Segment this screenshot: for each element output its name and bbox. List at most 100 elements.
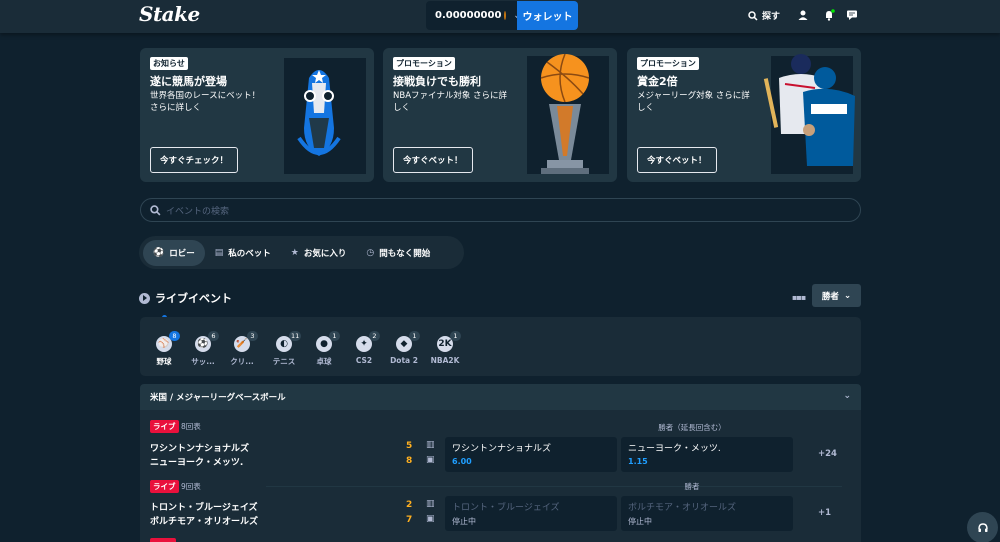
stake-logo[interactable]: Stake [139,2,200,26]
banner-check-button[interactable]: 今すぐチェック！ [150,147,239,173]
market-label: 勝者 [684,482,700,491]
grid-view-icon[interactable]: ▪▪▪ [792,293,806,302]
sport-soccer[interactable]: ⚽ 6 サッ... [184,331,222,367]
play-icon [139,292,150,304]
sport-cs2[interactable]: ✦ 2 CS2 [345,331,383,365]
bitcoin-icon [504,11,507,20]
sport-count: 1 [329,331,340,341]
banner-tag: プロモーション [393,57,455,70]
team-home[interactable]: トロント・ブルージェイズ [150,500,258,513]
banner-title: 遂に競馬が登場 [150,75,227,88]
live-stream-icon[interactable]: ▣ [426,514,435,524]
chat-icon[interactable] [846,9,858,21]
odds-button-home[interactable]: ワシントンナショナルズ 6.00 [445,437,617,472]
match-list: ライブ 8回表 勝者（延長回含む） ワシントンナショナルズ ニューヨーク・メッツ… [140,410,861,542]
more-markets-button[interactable]: +1 [818,508,831,518]
odds-value: 停止中 [628,517,652,526]
banner-tag: お知らせ [150,57,188,70]
tab-my-bets[interactable]: ▤ 私のベット [205,240,281,266]
tab-label: 間もなく開始 [379,248,431,259]
horse-art [284,58,366,174]
banner-title: 接戦負けでも勝利 [393,75,481,88]
live-badge: ライブ [150,420,179,433]
live-support-button[interactable] [967,512,998,542]
league-name: 米国 / メジャーリーグベースボール [150,393,286,403]
sport-label: Dota 2 [390,356,418,365]
sport-nba2k[interactable]: 2K 1 NBA2K [426,331,464,365]
odds-name: ワシントンナショナルズ [452,444,552,454]
sport-count: 1 [409,331,420,341]
sportsbook-tabs: ⚽ ロビー ▤ 私のベット ★ お気に入り ◷ 間もなく開始 [139,236,464,269]
stats-icon[interactable]: ▥ [426,440,435,450]
odds-button-home[interactable]: トロント・ブルージェイズ 停止中 [445,496,617,531]
banner-description: NBAファイナル対象 さらに詳しく [393,91,508,113]
team-away[interactable]: ニューヨーク・メッツ. [150,455,243,468]
sport-label: サッ... [191,357,215,366]
banner-bet-button[interactable]: 今すぐベット！ [637,147,717,173]
event-search-input[interactable]: イベントの検索 [140,198,861,222]
sport-table-tennis[interactable]: ● 1 卓球 [305,331,343,367]
odds-name: ボルチモア・オリオールズ [628,503,737,513]
wallet-button[interactable]: ウォレット [517,1,578,30]
market-filter-select[interactable]: 勝者 ⌄ [812,284,861,307]
sport-dota2[interactable]: ◆ 1 Dota 2 [385,331,423,365]
chevron-down-icon[interactable]: ⌄ [843,391,851,401]
chevron-down-icon: ⌄ [843,290,852,301]
team-home[interactable]: ワシントンナショナルズ [150,441,249,454]
tab-starting-soon[interactable]: ◷ 間もなく開始 [356,240,440,266]
sport-label: NBA2K [430,356,460,365]
star-icon: ★ [290,247,299,258]
search-button[interactable]: 探す [748,9,780,22]
bets-icon: ▤ [214,247,224,258]
odds-button-away[interactable]: ニューヨーク・メッツ. 1.15 [621,437,793,472]
odds-value: 停止中 [452,517,476,526]
odds-value: 1.15 [628,457,648,466]
clock-icon: ◷ [366,247,375,258]
sport-tennis[interactable]: ◐ 11 テニス [265,331,303,367]
search-icon [748,10,758,21]
score-home: 5 [406,441,413,451]
bell-icon[interactable] [823,9,835,21]
sport-count: 6 [208,331,219,341]
banner-description: 世界各国のレースにベット！さらに詳しく [150,91,261,113]
banner-title: 賞金2倍 [637,75,678,88]
tab-favourites[interactable]: ★ お気に入り [281,240,357,266]
banner-nba[interactable]: プロモーション 接戦負けでも勝利 NBAファイナル対象 さらに詳しく 今すぐベッ… [383,48,617,182]
sport-label: 卓球 [316,357,332,366]
team-away[interactable]: ボルチモア・オリオールズ [150,514,258,527]
market-filter-value: 勝者 [821,291,839,302]
balance-selector[interactable]: 0.00000000 ⌄ [426,1,521,30]
banner-mlb[interactable]: プロモーション 賞金2倍 メジャーリーグ対象 さらに詳しく 今すぐベット！ [627,48,861,182]
lobby-icon: ⚽ [153,247,165,258]
user-icon[interactable] [797,9,809,21]
basketball-trophy-art [527,53,609,174]
market-label: 勝者（延長回含む） [658,423,726,432]
tab-lobby[interactable]: ⚽ ロビー [143,239,205,266]
sport-count: 3 [247,331,258,341]
sport-count: 2 [369,331,380,341]
top-navbar: Stake 0.00000000 ⌄ ウォレット 探す [0,0,1000,33]
tab-label: お気に入り [303,248,347,259]
match-period: 8回表 [181,422,201,431]
banner-bet-button[interactable]: 今すぐベット！ [393,147,473,173]
live-badge: ライブ [150,480,179,493]
more-markets-button[interactable]: +24 [818,449,837,459]
sport-cricket[interactable]: 🏏 3 クリ... [223,331,261,367]
live-stream-icon[interactable]: ▣ [426,455,435,465]
baseball-players-art [763,54,855,174]
sport-count: 1 [450,331,461,341]
odds-button-away[interactable]: ボルチモア・オリオールズ 停止中 [621,496,793,531]
sport-label: クリ... [230,357,254,366]
live-events-title: ライブイベント [155,292,232,305]
tab-label: 私のベット [228,248,271,259]
search-placeholder: イベントの検索 [166,206,230,217]
league-header[interactable]: 米国 / メジャーリーグベースボール ⌄ [140,384,861,410]
headset-icon [977,522,988,532]
stats-icon[interactable]: ▥ [426,499,435,509]
sport-baseball[interactable]: ⚾ 8 野球 [145,331,183,367]
match-row: ライブ 9回表 勝者 トロント・ブルージェイズ ボルチモア・オリオールズ 2 7… [140,470,861,531]
sport-label: CS2 [355,356,373,365]
banner-tag: プロモーション [637,57,699,70]
search-icon [150,204,161,215]
banner-horse-racing[interactable]: お知らせ 遂に競馬が登場 世界各国のレースにベット！さらに詳しく 今すぐチェック… [140,48,374,182]
